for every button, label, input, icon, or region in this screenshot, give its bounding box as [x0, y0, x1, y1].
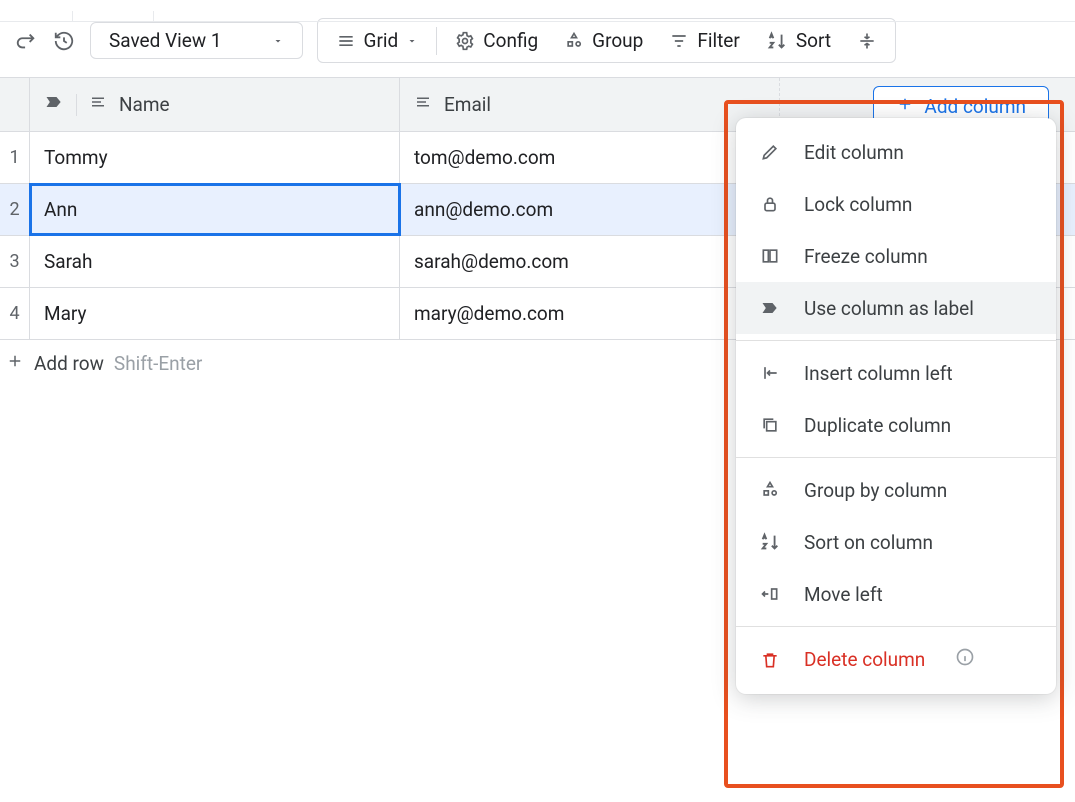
redo-icon[interactable] — [14, 29, 38, 53]
cell-value: Sarah — [44, 250, 92, 273]
gear-icon — [455, 31, 475, 51]
add-row-button[interactable]: Add row Shift-Enter — [0, 340, 400, 387]
cell-email[interactable]: mary@demo.com — [400, 288, 780, 339]
menu-delete-column[interactable]: Delete column — [736, 633, 1056, 686]
trash-icon — [758, 648, 782, 672]
collapse-vertical-icon — [857, 31, 877, 51]
collapse-button[interactable] — [847, 25, 887, 57]
info-icon — [955, 647, 975, 672]
cell-email[interactable]: sarah@demo.com — [400, 236, 780, 287]
grid-lines-icon — [336, 31, 356, 51]
row-number: 2 — [0, 184, 30, 235]
menu-duplicate[interactable]: Duplicate column — [736, 399, 1056, 451]
menu-item-label: Sort on column — [804, 531, 933, 554]
text-column-icon — [414, 93, 432, 116]
column-header-name-label: Name — [119, 93, 170, 116]
menu-item-label: Edit column — [804, 141, 904, 164]
menu-item-label: Insert column left — [804, 362, 953, 385]
column-context-menu: Edit column Lock column Freeze column Us… — [736, 118, 1056, 694]
filter-icon — [669, 31, 689, 51]
add-column-label: Add column — [924, 95, 1026, 118]
filter-button[interactable]: Filter — [659, 23, 749, 58]
layout-button[interactable]: Grid — [326, 23, 429, 58]
cell-value: mary@demo.com — [414, 302, 564, 325]
caret-down-icon — [406, 35, 418, 47]
cell-name[interactable]: Tommy — [30, 132, 400, 183]
cell-value: Mary — [44, 302, 87, 325]
group-icon — [564, 31, 584, 51]
row-number: 1 — [0, 132, 30, 183]
text-column-icon — [89, 93, 107, 116]
cell-value: sarah@demo.com — [414, 250, 569, 273]
group-icon — [758, 478, 782, 502]
cell-email[interactable]: ann@demo.com — [400, 184, 780, 235]
window-chrome-fragment — [0, 12, 1075, 22]
sort-label: Sort — [796, 29, 831, 52]
sort-az-icon — [766, 30, 788, 52]
group-button[interactable]: Group — [554, 23, 653, 58]
column-header-email-label: Email — [444, 93, 491, 116]
menu-item-label: Freeze column — [804, 245, 928, 268]
menu-edit-column[interactable]: Edit column — [736, 126, 1056, 178]
column-header-email[interactable]: Email — [400, 78, 780, 131]
filter-label: Filter — [697, 29, 739, 52]
toolbar-group: Grid Config Group Filter Sort — [317, 18, 897, 63]
plus-icon — [6, 352, 24, 375]
group-label: Group — [592, 29, 643, 52]
history-icon[interactable] — [52, 29, 76, 53]
menu-item-label: Delete column — [804, 648, 925, 671]
menu-freeze-column[interactable]: Freeze column — [736, 230, 1056, 282]
column-header-name[interactable]: Name — [30, 78, 400, 131]
cell-value: ann@demo.com — [414, 198, 553, 221]
row-number: 4 — [0, 288, 30, 339]
duplicate-icon — [758, 413, 782, 437]
menu-item-label: Lock column — [804, 193, 912, 216]
pencil-icon — [758, 140, 782, 164]
menu-insert-left[interactable]: Insert column left — [736, 347, 1056, 399]
menu-item-label: Move left — [804, 583, 883, 606]
lock-icon — [758, 192, 782, 216]
menu-item-label: Group by column — [804, 479, 947, 502]
freeze-icon — [758, 244, 782, 268]
config-button[interactable]: Config — [445, 23, 548, 58]
layout-label: Grid — [364, 29, 399, 52]
menu-group-by[interactable]: Group by column — [736, 464, 1056, 516]
cell-value: Tommy — [44, 146, 108, 169]
menu-use-as-label[interactable]: Use column as label — [736, 282, 1056, 334]
menu-move-left[interactable]: Move left — [736, 568, 1056, 620]
add-row-shortcut: Shift-Enter — [114, 352, 202, 375]
cell-value: tom@demo.com — [414, 146, 555, 169]
menu-item-label: Duplicate column — [804, 414, 951, 437]
cell-name[interactable]: Ann — [30, 184, 400, 235]
menu-sort-on[interactable]: Sort on column — [736, 516, 1056, 568]
caret-down-icon — [272, 35, 284, 47]
config-label: Config — [483, 29, 538, 52]
cell-value: Ann — [44, 198, 77, 221]
sort-button[interactable]: Sort — [756, 23, 841, 58]
label-tag-icon — [758, 296, 782, 320]
row-number: 3 — [0, 236, 30, 287]
view-selector[interactable]: Saved View 1 — [90, 22, 303, 59]
cell-name[interactable]: Mary — [30, 288, 400, 339]
menu-lock-column[interactable]: Lock column — [736, 178, 1056, 230]
cell-email[interactable]: tom@demo.com — [400, 132, 780, 183]
add-row-label: Add row — [34, 352, 104, 375]
cell-name[interactable]: Sarah — [30, 236, 400, 287]
view-label: Saved View 1 — [109, 29, 222, 52]
plus-icon — [896, 95, 914, 118]
move-left-icon — [758, 582, 782, 606]
menu-item-label: Use column as label — [804, 297, 974, 320]
sort-az-icon — [758, 530, 782, 554]
insert-left-icon — [758, 361, 782, 385]
label-tag-icon — [44, 92, 64, 117]
